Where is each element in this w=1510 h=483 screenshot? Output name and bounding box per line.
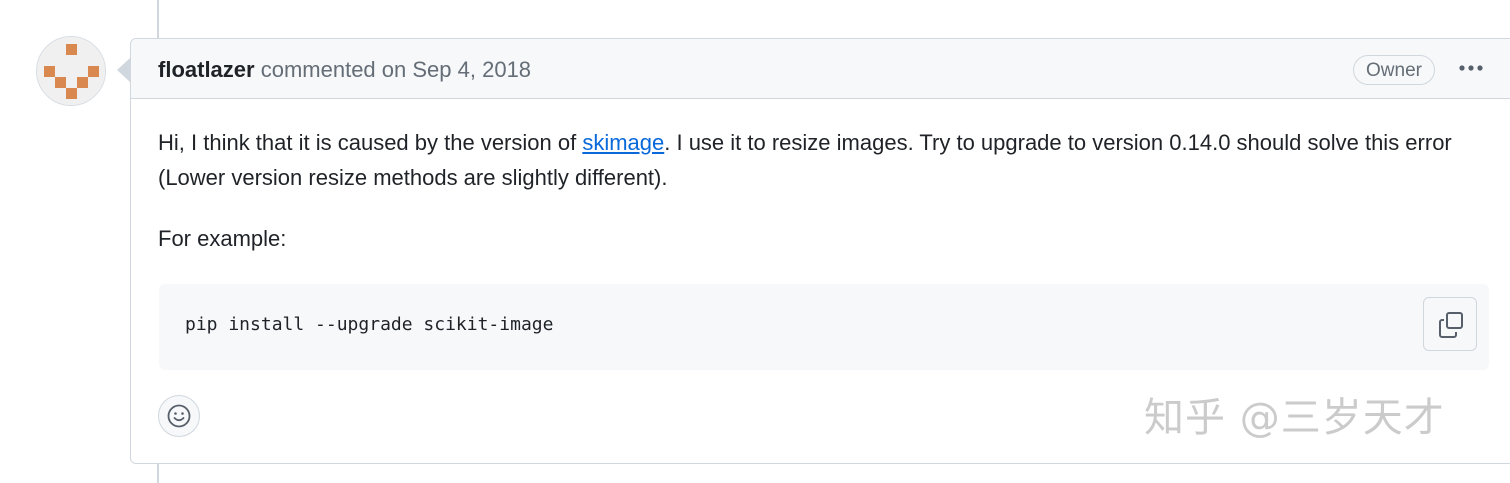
comment-header-text: floatlazer commented on Sep 4, 2018: [158, 56, 531, 84]
comment-paragraph-2: For example:: [158, 226, 287, 251]
code-block: pip install --upgrade scikit-image: [159, 284, 1489, 370]
watermark: 知乎 @三岁天才: [1144, 395, 1445, 441]
comment-body: Hi, I think that it is caused by the ver…: [158, 125, 1478, 256]
paragraph-text-before-link: Hi, I think that it is caused by the ver…: [158, 130, 583, 155]
author-link[interactable]: floatlazer: [158, 57, 255, 82]
copy-icon: [1439, 312, 1463, 338]
code-text[interactable]: pip install --upgrade scikit-image: [185, 310, 553, 340]
owner-badge: Owner: [1353, 55, 1435, 85]
kebab-horizontal-icon: [1459, 65, 1483, 71]
skimage-link[interactable]: skimage: [582, 130, 664, 155]
comment-action: commented on: [260, 57, 407, 82]
avatar[interactable]: [36, 36, 106, 106]
comment-header: floatlazer commented on Sep 4, 2018 Owne…: [131, 39, 1510, 99]
more-options-button[interactable]: [1453, 53, 1489, 85]
avatar-identicon-icon: [37, 37, 105, 105]
smiley-icon: [167, 404, 191, 428]
copy-button[interactable]: [1423, 297, 1477, 351]
comment-paragraph-1: Hi, I think that it is caused by the ver…: [158, 125, 1478, 195]
comment-caret: [117, 58, 130, 82]
comment-date[interactable]: Sep 4, 2018: [412, 57, 531, 82]
add-reaction-button[interactable]: [158, 395, 200, 437]
